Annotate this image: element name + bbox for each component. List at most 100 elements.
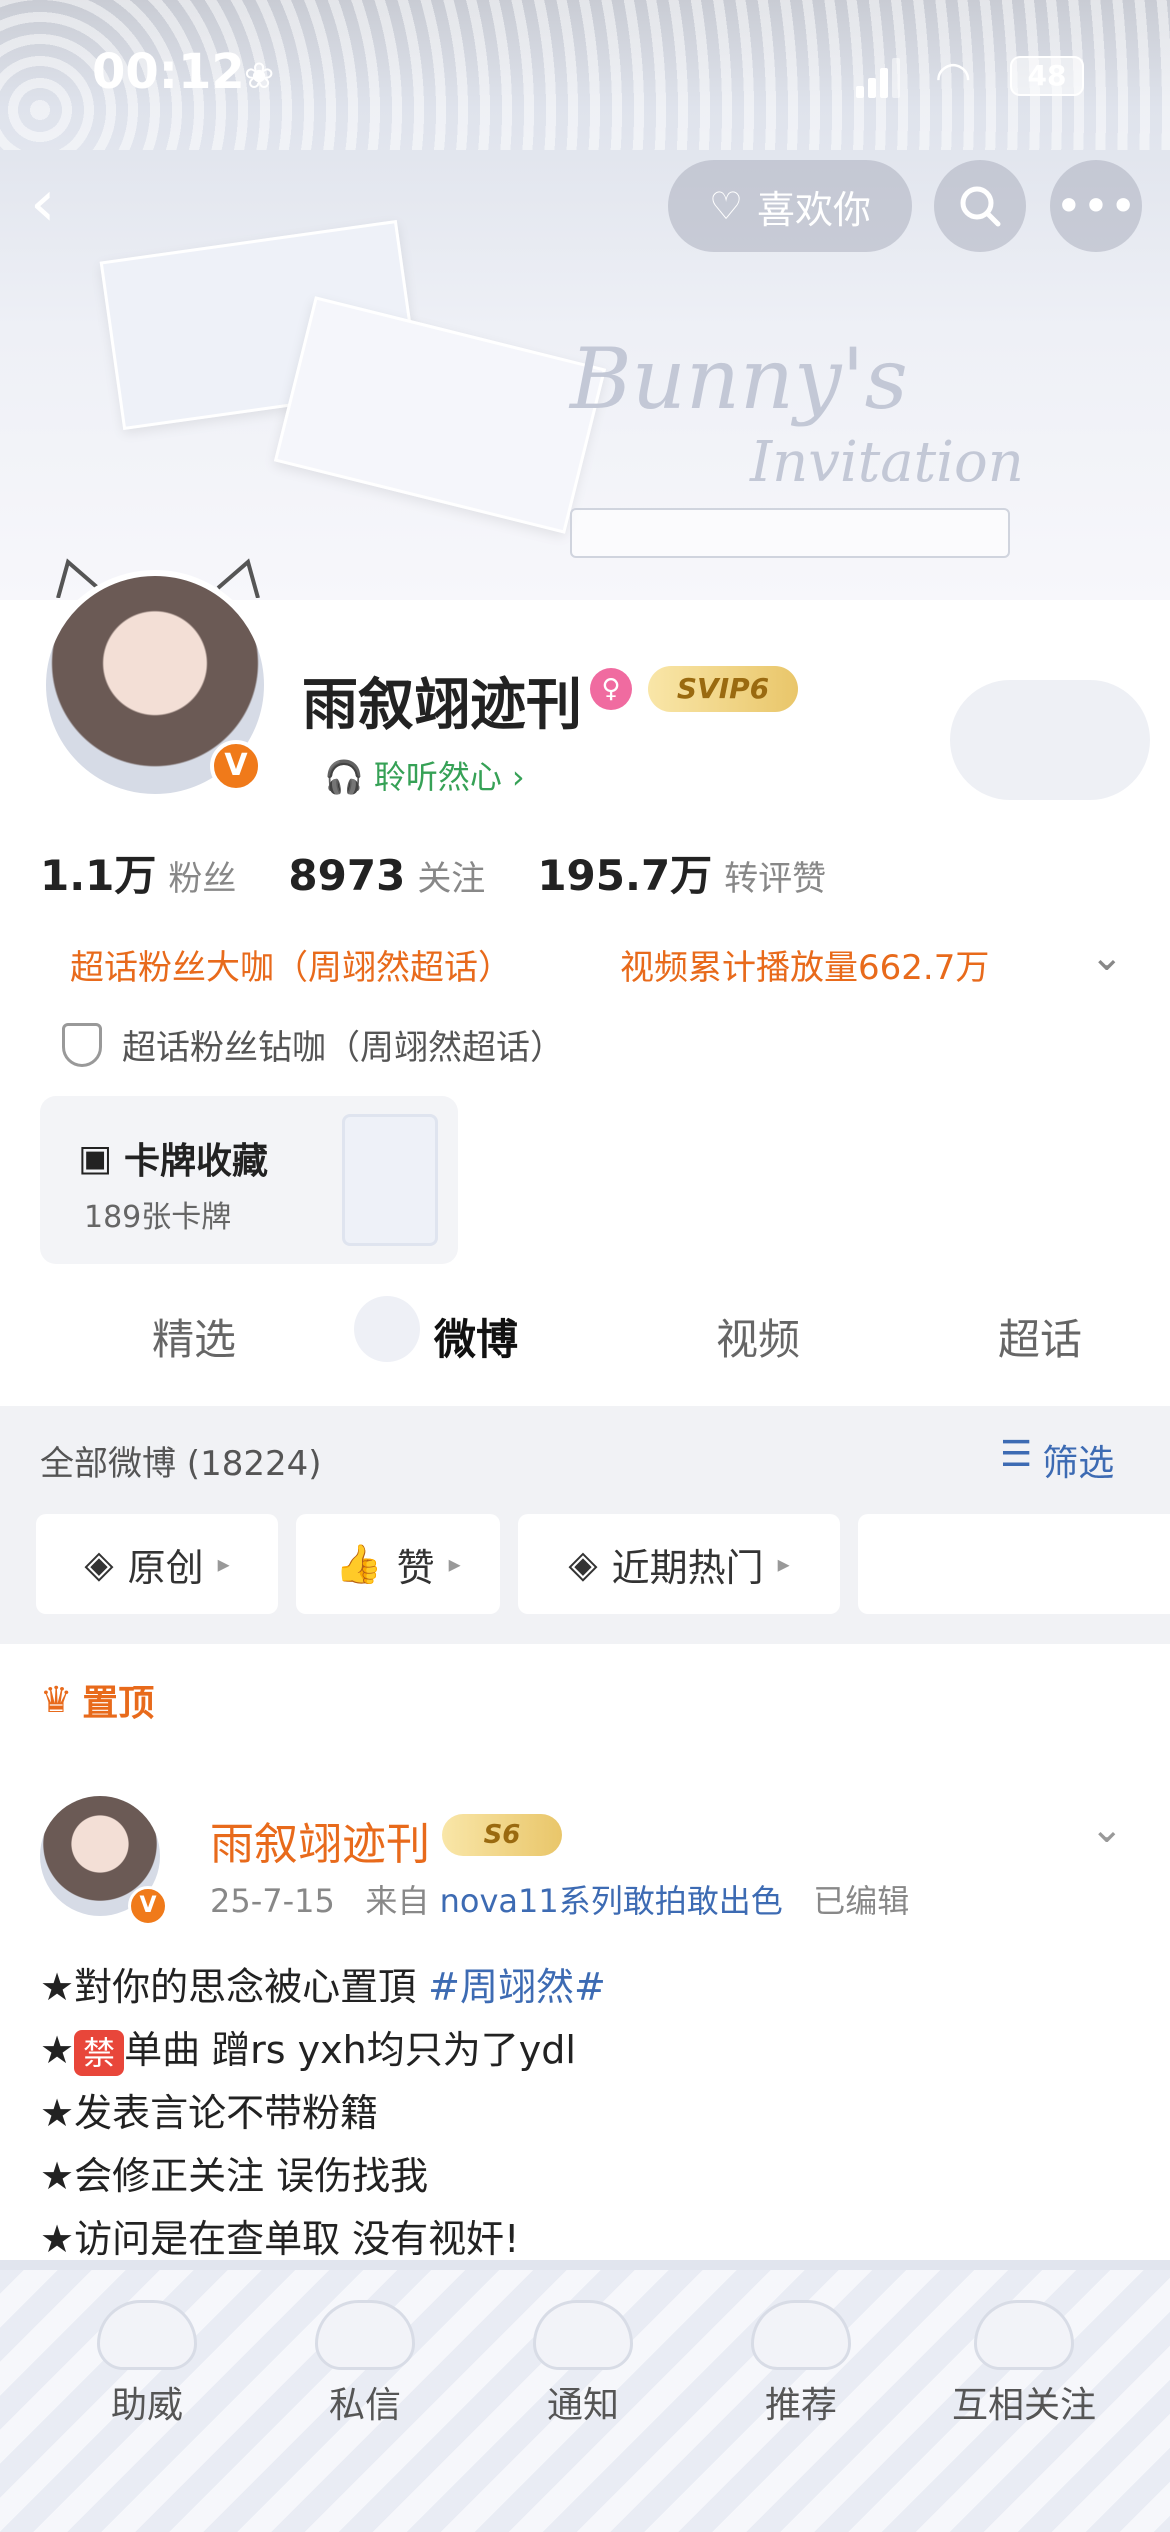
filter-icon: ☰ — [1000, 1434, 1033, 1475]
post-date: 25-7-15 — [210, 1882, 335, 1920]
female-icon: ♀ — [590, 668, 632, 710]
chip-original[interactable]: ◈ 原创 ▸ — [36, 1514, 278, 1614]
listen-button[interactable]: 🎧 聆听然心 › — [302, 748, 547, 806]
nav-label: 互相关注 — [951, 2385, 1096, 2426]
headphones-icon: 🎧 — [324, 758, 364, 796]
search-icon[interactable] — [934, 160, 1026, 252]
honor-label: 超话粉丝钻咖（周翊然超话） — [122, 1028, 564, 1068]
listen-label: 聆听然心 — [373, 758, 502, 796]
post-text: 单曲 蹭rs yxh均只为了ydl — [124, 2028, 576, 2072]
chip-likes[interactable]: 👍 赞 ▸ — [296, 1514, 500, 1614]
post-line: ★ 禁单曲 蹭rs yxh均只为了ydl — [40, 2019, 606, 2082]
cloud-decoration — [950, 680, 1150, 800]
nav-messages[interactable]: 私信 — [280, 2300, 450, 2428]
tab-video[interactable]: 视频 — [716, 1306, 800, 1367]
card-collection-title: 卡牌收藏 — [124, 1141, 269, 1182]
svip-badge[interactable]: SVIP6 — [648, 666, 798, 712]
status-bar: 00:12 ❀ ◠ 48 — [0, 0, 1170, 150]
post-body: ★對你的思念被心置頂 #周翊然# ★ 禁单曲 蹭rs yxh均只为了ydl ★发表… — [40, 1956, 606, 2271]
message-icon — [315, 2300, 415, 2370]
honor-row[interactable]: 超话粉丝钻咖（周翊然超话） — [62, 1020, 564, 1069]
badge-super-topic-fan[interactable]: 超话粉丝大咖（周翊然超话） — [70, 940, 512, 989]
chevron-down-icon[interactable]: ⌄ — [1090, 934, 1124, 980]
crown-icon: ♛ — [40, 1679, 73, 1721]
profile-name: 雨叙翊迹刊 — [302, 673, 582, 738]
chip-more[interactable] — [858, 1514, 1170, 1614]
chip-recent-hot[interactable]: ◈ 近期热门 ▸ — [518, 1514, 840, 1614]
shield-icon — [62, 1022, 102, 1067]
rabbit-icon: ♡ — [708, 184, 744, 228]
chevron-right-icon: › — [511, 758, 525, 796]
post-meta: 25-7-15 来自 nova11系列敢拍敢出色 已编辑 — [210, 1876, 909, 1922]
feed-filter-bar: 全部微博 (18224) ☰ 筛选 ◈ 原创 ▸ 👍 赞 ▸ ◈ 近期热门 ▸ — [0, 1406, 1170, 1644]
mutual-follow-icon — [974, 2300, 1074, 2370]
battery-icon: 48 — [1010, 56, 1084, 96]
back-icon[interactable]: ‹ — [30, 172, 90, 236]
chip-label: 原创 — [127, 1545, 204, 1590]
post-edited: 已编辑 — [813, 1882, 910, 1920]
post-line: ★對你的思念被心置頂 #周翊然# — [40, 1956, 606, 2019]
thumbs-up-icon: 👍 — [335, 1541, 383, 1586]
banner-tag-decoration — [570, 508, 1010, 558]
stat-interactions[interactable]: 195.7万 转评赞 — [537, 842, 826, 903]
avatar-container[interactable]: V — [40, 558, 270, 800]
stat-value: 195.7万 — [537, 851, 713, 900]
stat-label: 粉丝 — [168, 859, 237, 899]
stat-value: 1.1万 — [40, 851, 157, 900]
status-time: 00:12 — [92, 44, 245, 100]
card-collection[interactable]: ▣ 卡牌收藏 189张卡牌 — [40, 1096, 458, 1264]
post-line: ★发表言论不带粉籍 — [40, 2091, 379, 2135]
stat-label: 关注 — [417, 859, 486, 899]
stat-value: 8973 — [288, 851, 406, 900]
badge-video-plays[interactable]: 视频累计播放量662.7万 — [620, 940, 989, 989]
card-icon: ▣ — [78, 1137, 113, 1179]
banner-card-decoration — [273, 296, 607, 534]
nav-notifications[interactable]: 通知 — [498, 2300, 668, 2428]
chevron-right-icon: ▸ — [777, 1550, 790, 1578]
tab-weibo[interactable]: 微博 — [434, 1306, 518, 1367]
chevron-right-icon: ▸ — [448, 1550, 461, 1578]
post-author[interactable]: 雨叙翊迹刊 — [210, 1808, 430, 1872]
ban-icon: 禁 — [74, 2029, 125, 2076]
pinned-label: 置顶 — [82, 1683, 155, 1724]
nav-mutual-follow[interactable]: 互相关注 — [934, 2300, 1114, 2428]
paw-icon: ❀ — [244, 56, 275, 97]
more-icon[interactable]: ••• — [1050, 160, 1142, 252]
like-you-button[interactable]: ♡ 喜欢你 — [668, 160, 912, 252]
nav-recommend[interactable]: 推荐 — [716, 2300, 886, 2428]
filter-button[interactable]: ☰ 筛选 — [1000, 1434, 1114, 1486]
signal-icon — [856, 58, 900, 98]
level-badge: S6 — [442, 1814, 562, 1856]
nav-label: 助威 — [110, 2385, 183, 2426]
hashtag-link[interactable]: #周翊然# — [428, 1965, 606, 2009]
stat-following[interactable]: 8973 关注 — [288, 851, 485, 900]
chevron-down-icon[interactable]: ⌄ — [1090, 1806, 1124, 1852]
profile-tabs: 精选 微博 视频 超话 — [0, 1296, 1170, 1406]
chip-label: 赞 — [396, 1545, 435, 1590]
filter-label: 筛选 — [1042, 1443, 1115, 1484]
nav-cheer[interactable]: 助威 — [62, 2300, 232, 2428]
stat-label: 转评赞 — [724, 859, 827, 899]
card-thumbnail — [342, 1114, 438, 1246]
layers-icon: ◈ — [568, 1542, 598, 1586]
layers-icon: ◈ — [84, 1542, 114, 1586]
nav-label: 通知 — [546, 2385, 619, 2426]
post-text: ★對你的思念被心置頂 — [40, 1965, 429, 2009]
like-you-label: 喜欢你 — [757, 187, 872, 232]
divider — [0, 2260, 1170, 2270]
tab-super-topic[interactable]: 超话 — [998, 1306, 1082, 1367]
all-posts-count: 全部微博 (18224) — [40, 1444, 322, 1484]
card-collection-count: 189张卡牌 — [84, 1200, 232, 1235]
stat-followers[interactable]: 1.1万 粉丝 — [40, 842, 236, 903]
cheer-icon — [97, 2300, 197, 2370]
post-from: 来自 — [365, 1882, 430, 1920]
banner-subtitle: Invitation — [750, 430, 1024, 495]
tab-decoration — [354, 1296, 420, 1362]
bottom-nav: 助威 私信 通知 推荐 互相关注 — [0, 2260, 1170, 2532]
recommend-icon — [751, 2300, 851, 2370]
tab-featured[interactable]: 精选 — [152, 1306, 236, 1367]
post-source[interactable]: nova11系列敢拍敢出色 — [440, 1882, 783, 1920]
verified-badge: V — [128, 1886, 168, 1926]
banner-title: Bunny's — [570, 330, 908, 428]
profile-stats: 1.1万 粉丝 8973 关注 195.7万 转评赞 — [40, 842, 878, 903]
